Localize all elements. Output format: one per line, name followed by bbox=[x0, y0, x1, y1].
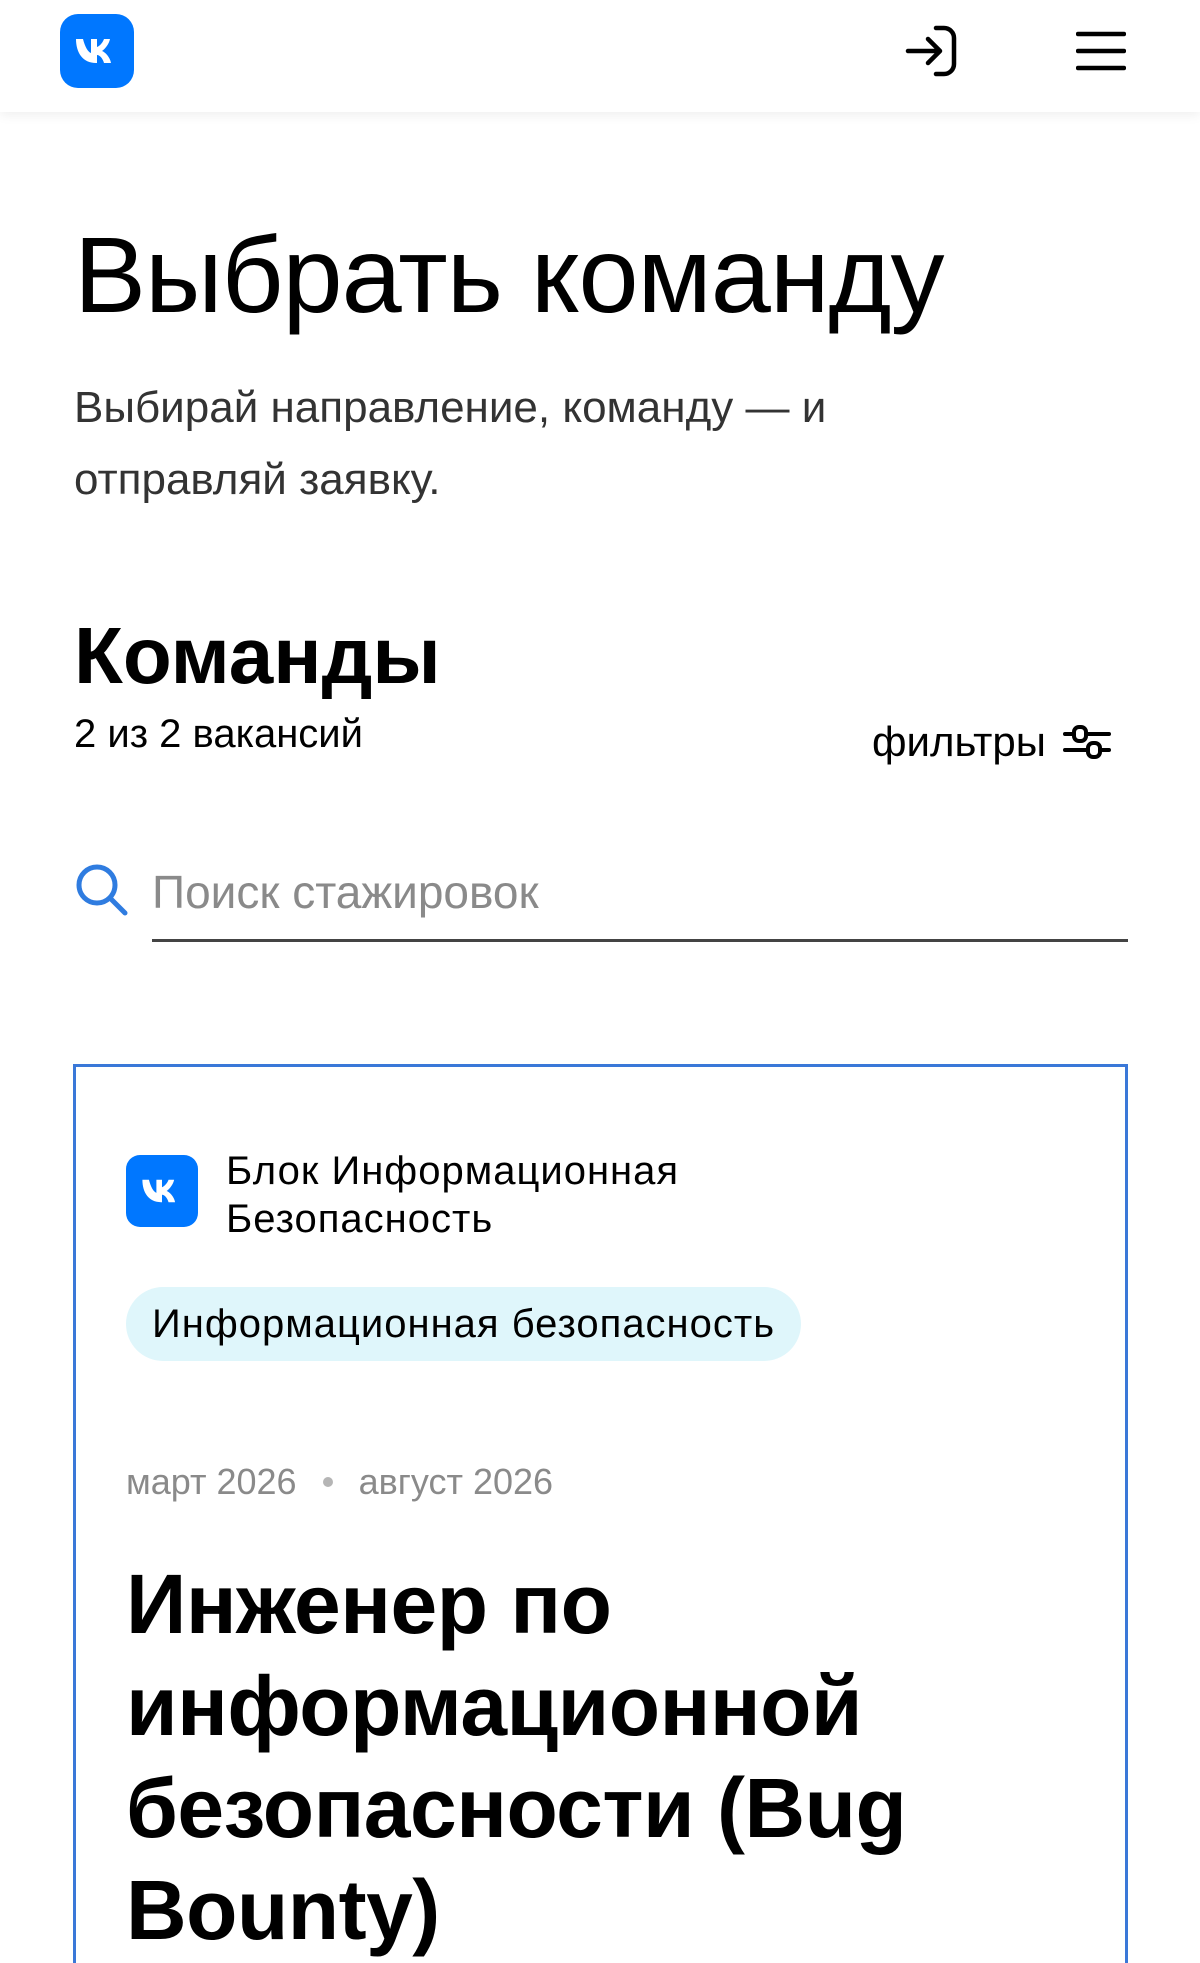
company-row: Блок Информационная Безопасность bbox=[126, 1147, 786, 1243]
internship-dates: март 2026 август 2026 bbox=[126, 1461, 553, 1503]
filters-label: фильтры bbox=[872, 718, 1046, 765]
search-bar bbox=[74, 856, 1128, 942]
category-tag: Информационная безопасность bbox=[126, 1287, 802, 1361]
hamburger-menu-icon bbox=[1076, 31, 1126, 71]
vk-logo-icon bbox=[142, 1179, 176, 1203]
date-end: август 2026 bbox=[358, 1461, 554, 1502]
login-icon bbox=[905, 25, 957, 77]
teams-heading: Команды bbox=[74, 611, 441, 700]
page-title: Выбрать команду bbox=[74, 214, 945, 335]
vacancy-card[interactable]: Блок Информационная Безопасность Информа… bbox=[73, 1064, 1128, 1963]
company-logo bbox=[126, 1155, 198, 1227]
page-subtitle: Выбирай направление, команду — и отправл… bbox=[74, 383, 827, 504]
sliders-icon bbox=[1062, 725, 1111, 759]
filters-button[interactable]: фильтры bbox=[872, 714, 1112, 770]
search-icon bbox=[76, 864, 128, 916]
top-bar bbox=[0, 0, 1200, 112]
vk-logo-icon bbox=[76, 39, 111, 63]
menu-button[interactable] bbox=[1070, 20, 1132, 82]
vacancy-count: 2 из 2 вакансий bbox=[74, 712, 363, 756]
vacancy-title[interactable]: Инженер по информационной безопасности (… bbox=[126, 1553, 986, 1961]
login-button[interactable] bbox=[900, 20, 962, 82]
company-name: Блок Информационная Безопасность bbox=[226, 1149, 680, 1241]
date-start: март 2026 bbox=[126, 1461, 297, 1502]
vk-logo[interactable] bbox=[60, 14, 134, 88]
separator-dot bbox=[322, 1477, 333, 1487]
search-input[interactable] bbox=[152, 856, 1128, 942]
